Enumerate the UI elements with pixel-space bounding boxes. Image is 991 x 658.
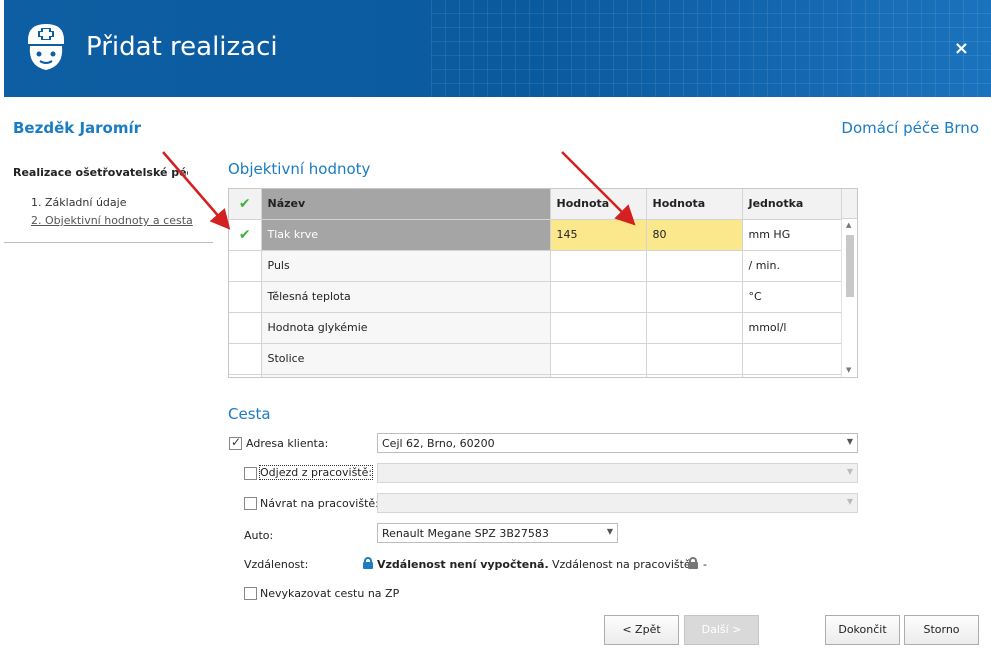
row-unit-cell: °C — [742, 281, 842, 313]
row-check-cell[interactable] — [229, 281, 262, 313]
scrollbar-thumb[interactable] — [846, 235, 854, 297]
chevron-down-icon[interactable]: ▼ — [847, 437, 853, 446]
return-label: Návrat na pracoviště: — [260, 497, 379, 510]
table-row[interactable]: Hodnota glykémie mmol/l — [229, 312, 842, 344]
row-check-cell[interactable] — [229, 374, 262, 377]
row-unit-cell — [742, 343, 842, 375]
row-value-2-cell[interactable] — [646, 312, 743, 344]
row-value-2-cell[interactable] — [646, 343, 743, 375]
table-row[interactable]: Stolice — [229, 343, 842, 375]
column-header-value-2[interactable]: Hodnota — [646, 189, 743, 220]
distance-status: Vzdálenost není vypočtená. — [377, 558, 549, 571]
row-value-1-cell[interactable]: 145 — [550, 219, 647, 251]
car-label: Auto: — [244, 529, 274, 542]
row-value-2-cell[interactable] — [646, 374, 743, 377]
window-header: Přidat realizaci × — [4, 0, 991, 97]
row-name-cell[interactable]: Stolice — [261, 343, 551, 375]
row-name-cell[interactable]: Tlak krve — [261, 219, 551, 251]
row-name-cell[interactable]: Tělesná teplota — [261, 281, 551, 313]
no-report-label: Nevykazovat cestu na ZP — [260, 587, 400, 600]
objective-values-grid[interactable]: ✔ Název Hodnota Hodnota Jednotka ✔ Tlak … — [228, 188, 858, 378]
row-value-1-cell[interactable] — [550, 312, 647, 344]
cancel-button[interactable]: Storno — [904, 615, 979, 645]
row-value-1-cell[interactable] — [550, 343, 647, 375]
column-header-value-1[interactable]: Hodnota — [550, 189, 647, 220]
chevron-down-icon[interactable]: ▼ — [847, 467, 853, 476]
row-check-cell[interactable] — [229, 312, 262, 344]
organization-name: Domácí péče Brno — [841, 119, 979, 137]
table-row[interactable] — [229, 374, 842, 377]
row-value-1-cell[interactable] — [550, 281, 647, 313]
row-value-1-cell[interactable] — [550, 250, 647, 282]
row-unit-cell — [742, 374, 842, 377]
row-check-cell[interactable] — [229, 343, 262, 375]
chevron-down-icon[interactable]: ▼ — [607, 527, 613, 536]
client-address-select[interactable]: Cejl 62, Brno, 60200 ▼ — [377, 433, 858, 453]
grid-header-corner — [841, 189, 857, 219]
grid-header-row: ✔ Název Hodnota Hodnota Jednotka — [229, 189, 842, 220]
grid-vertical-scrollbar[interactable]: ▲ ▼ — [841, 219, 857, 377]
return-checkbox[interactable] — [244, 497, 257, 510]
row-unit-cell: mm HG — [742, 219, 842, 251]
client-address-checkbox[interactable] — [229, 435, 242, 450]
departure-label: Odjezd z pracoviště: — [258, 465, 374, 480]
lock-icon — [688, 557, 698, 569]
row-name-cell[interactable]: Puls — [261, 250, 551, 282]
column-header-unit[interactable]: Jednotka — [742, 189, 842, 220]
client-address-value: Cejl 62, Brno, 60200 — [382, 437, 495, 450]
patient-name: Bezděk Jaromír — [13, 119, 142, 137]
nav-heading: Realizace ošetřovatelské péče — [13, 166, 188, 179]
scroll-up-icon[interactable]: ▲ — [846, 221, 851, 229]
nav-item-basic-data[interactable]: 1. Základní údaje — [31, 196, 126, 209]
nurse-icon — [28, 24, 64, 70]
car-value: Renault Megane SPZ 3B27583 — [382, 527, 549, 540]
client-address-label: Adresa klienta: — [246, 437, 329, 450]
next-button[interactable]: Další > — [684, 615, 759, 645]
row-value-2-cell[interactable]: 80 — [646, 219, 743, 251]
departure-checkbox[interactable] — [244, 467, 257, 480]
return-select[interactable]: ▼ — [377, 493, 858, 513]
table-row[interactable]: Tělesná teplota °C — [229, 281, 842, 313]
column-header-check[interactable]: ✔ — [229, 189, 262, 220]
row-name-cell[interactable] — [261, 374, 551, 377]
nav-divider — [4, 242, 213, 243]
back-button[interactable]: < Zpět — [604, 615, 679, 645]
row-value-2-cell[interactable] — [646, 281, 743, 313]
route-title: Cesta — [228, 405, 271, 423]
row-check-cell[interactable] — [229, 250, 262, 282]
table-row[interactable]: Puls / min. — [229, 250, 842, 282]
column-header-name[interactable]: Název — [261, 189, 551, 220]
nav-item-objective-values[interactable]: 2. Objektivní hodnoty a cesta — [31, 214, 193, 227]
workplace-distance-value: - — [703, 558, 707, 571]
row-value-2-cell[interactable] — [646, 250, 743, 282]
table-row[interactable]: ✔ Tlak krve 145 80 mm HG — [229, 219, 842, 251]
lock-icon — [363, 557, 373, 569]
row-name-cell[interactable]: Hodnota glykémie — [261, 312, 551, 344]
departure-select[interactable]: ▼ — [377, 463, 858, 483]
finish-button[interactable]: Dokončit — [825, 615, 900, 645]
row-value-1-cell[interactable] — [550, 374, 647, 377]
chevron-down-icon[interactable]: ▼ — [847, 497, 853, 506]
workplace-distance-label: Vzdálenost na pracoviště: — [552, 558, 695, 571]
no-report-checkbox[interactable] — [244, 587, 257, 600]
scroll-down-icon[interactable]: ▼ — [846, 366, 851, 374]
objective-values-title: Objektivní hodnoty — [228, 160, 371, 178]
checkmark-icon: ✔ — [238, 195, 251, 212]
row-check-cell[interactable]: ✔ — [229, 219, 262, 251]
row-unit-cell: mmol/l — [742, 312, 842, 344]
checkmark-icon: ✔ — [238, 226, 251, 243]
row-unit-cell: / min. — [742, 250, 842, 282]
car-select[interactable]: Renault Megane SPZ 3B27583 ▼ — [377, 523, 618, 543]
header-pattern — [431, 0, 991, 97]
distance-label: Vzdálenost: — [244, 558, 309, 571]
close-icon[interactable]: × — [954, 38, 969, 59]
window-title: Přidat realizaci — [86, 32, 278, 62]
